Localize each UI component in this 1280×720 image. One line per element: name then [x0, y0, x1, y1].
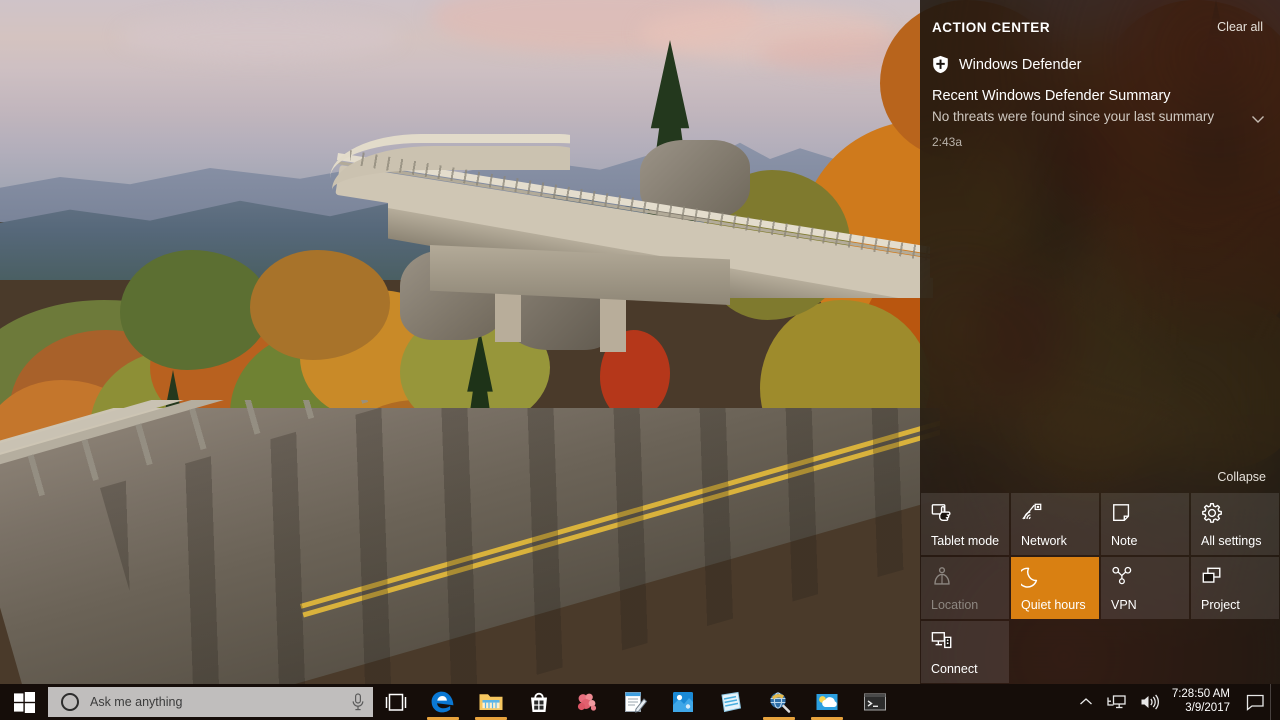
search-box[interactable]: Ask me anything	[48, 687, 373, 717]
taskbar-empty-space[interactable]	[899, 684, 1072, 720]
notification-item[interactable]: Recent Windows Defender Summary No threa…	[920, 87, 1280, 149]
chevron-down-icon[interactable]	[1248, 109, 1268, 129]
project-icon	[1201, 566, 1223, 588]
collapse-button[interactable]: Collapse	[1217, 470, 1266, 484]
quick-action-label: Quiet hours	[1021, 598, 1094, 612]
taskbar-app-microsoft-store[interactable]	[515, 684, 563, 720]
system-tray: 7:28:50 AM 3/9/2017	[1072, 684, 1280, 720]
quick-action-quiet-hours[interactable]: Quiet hours	[1011, 557, 1099, 619]
quick-action-label: Network	[1021, 534, 1094, 548]
notification-headline: Recent Windows Defender Summary	[932, 87, 1268, 106]
globe-search-icon	[766, 689, 792, 715]
taskbar-app-microsoft-edge[interactable]	[419, 684, 467, 720]
quick-action-all-settings[interactable]: All settings	[1191, 493, 1279, 555]
quick-action-vpn[interactable]: VPN	[1101, 557, 1189, 619]
notepad-icon	[622, 689, 648, 715]
network-icon	[1107, 694, 1126, 710]
quick-actions-grid: Tablet mode Network Note	[920, 493, 1280, 684]
gear-icon	[1201, 502, 1223, 524]
taskbar-app-weather[interactable]	[803, 684, 851, 720]
notification-timestamp: 2:43a	[932, 135, 1268, 149]
bridge-pier	[600, 292, 626, 352]
edge-icon	[430, 689, 456, 715]
clock-date: 3/9/2017	[1185, 702, 1230, 716]
chevron-up-icon	[1079, 697, 1093, 707]
show-desktop-button[interactable]	[1270, 684, 1278, 720]
maps-icon	[670, 689, 696, 715]
taskbar-app-notepad[interactable]	[611, 684, 659, 720]
weather-icon	[814, 689, 840, 715]
tablet-mode-icon	[931, 502, 953, 524]
shield-icon	[932, 55, 949, 74]
taskbar-app-search[interactable]	[755, 684, 803, 720]
taskbar-app-file-explorer[interactable]	[467, 684, 515, 720]
taskbar: Ask me anything	[0, 684, 1280, 720]
quick-action-label: All settings	[1201, 534, 1274, 548]
quick-action-tablet-mode[interactable]: Tablet mode	[921, 493, 1009, 555]
action-center-panel[interactable]: ACTION CENTER Clear all Windows Defender…	[920, 0, 1280, 684]
task-view-button[interactable]	[373, 684, 419, 720]
windows-logo-icon	[14, 692, 35, 713]
taskbar-app-list	[419, 684, 899, 720]
action-center-icon	[1246, 694, 1265, 711]
quick-action-label: Location	[931, 598, 1004, 612]
action-center-header: ACTION CENTER Clear all	[920, 0, 1280, 36]
quick-action-location[interactable]: Location	[921, 557, 1009, 619]
cortana-circle-icon	[61, 693, 79, 711]
file-explorer-icon	[478, 689, 504, 715]
quick-action-label: VPN	[1111, 598, 1184, 612]
wifi-icon	[1021, 502, 1043, 524]
taskbar-app-command-prompt[interactable]	[851, 684, 899, 720]
notification-body: No threats were found since your last su…	[932, 108, 1244, 126]
tray-network-button[interactable]	[1100, 684, 1133, 720]
quick-action-label: Tablet mode	[931, 534, 1004, 548]
note-icon	[1111, 502, 1133, 524]
notification-app-name: Windows Defender	[959, 57, 1082, 73]
taskbar-app-maps[interactable]	[659, 684, 707, 720]
clock[interactable]: 7:28:50 AM 3/9/2017	[1166, 684, 1240, 720]
action-center-title: ACTION CENTER	[932, 20, 1050, 35]
quick-action-label: Note	[1111, 534, 1184, 548]
search-input[interactable]: Ask me anything	[90, 695, 351, 709]
connect-icon	[931, 630, 953, 652]
collapse-row: Collapse	[920, 470, 1280, 493]
paint3d-icon	[718, 689, 744, 715]
tray-volume-button[interactable]	[1133, 684, 1166, 720]
task-view-icon	[384, 693, 408, 712]
photos-icon	[574, 689, 600, 715]
bridge-railing	[350, 150, 930, 280]
quick-action-project[interactable]: Project	[1191, 557, 1279, 619]
quick-action-label: Connect	[931, 662, 1004, 676]
clear-all-button[interactable]: Clear all	[1214, 18, 1266, 36]
quick-action-connect[interactable]: Connect	[921, 621, 1009, 683]
command-prompt-icon	[862, 689, 888, 715]
notification-group-windows-defender: Windows Defender Recent Windows Defender…	[920, 55, 1280, 149]
red-foliage-foreground	[0, 430, 940, 684]
location-icon	[931, 566, 953, 588]
notification-app-header: Windows Defender	[920, 55, 1280, 74]
vpn-icon	[1111, 566, 1133, 588]
start-button[interactable]	[0, 684, 48, 720]
cloud	[120, 14, 400, 60]
speaker-icon	[1140, 694, 1159, 710]
quick-action-network[interactable]: Network	[1011, 493, 1099, 555]
tray-overflow-button[interactable]	[1072, 684, 1100, 720]
clock-time: 7:28:50 AM	[1172, 688, 1230, 702]
quick-action-label: Project	[1201, 598, 1274, 612]
taskbar-app-photos[interactable]	[563, 684, 611, 720]
moon-icon	[1021, 566, 1043, 588]
microphone-icon[interactable]	[351, 693, 365, 711]
taskbar-app-paint3d[interactable]	[707, 684, 755, 720]
store-icon	[526, 689, 552, 715]
quick-action-note[interactable]: Note	[1101, 493, 1189, 555]
action-center-tray-button[interactable]	[1240, 684, 1270, 720]
